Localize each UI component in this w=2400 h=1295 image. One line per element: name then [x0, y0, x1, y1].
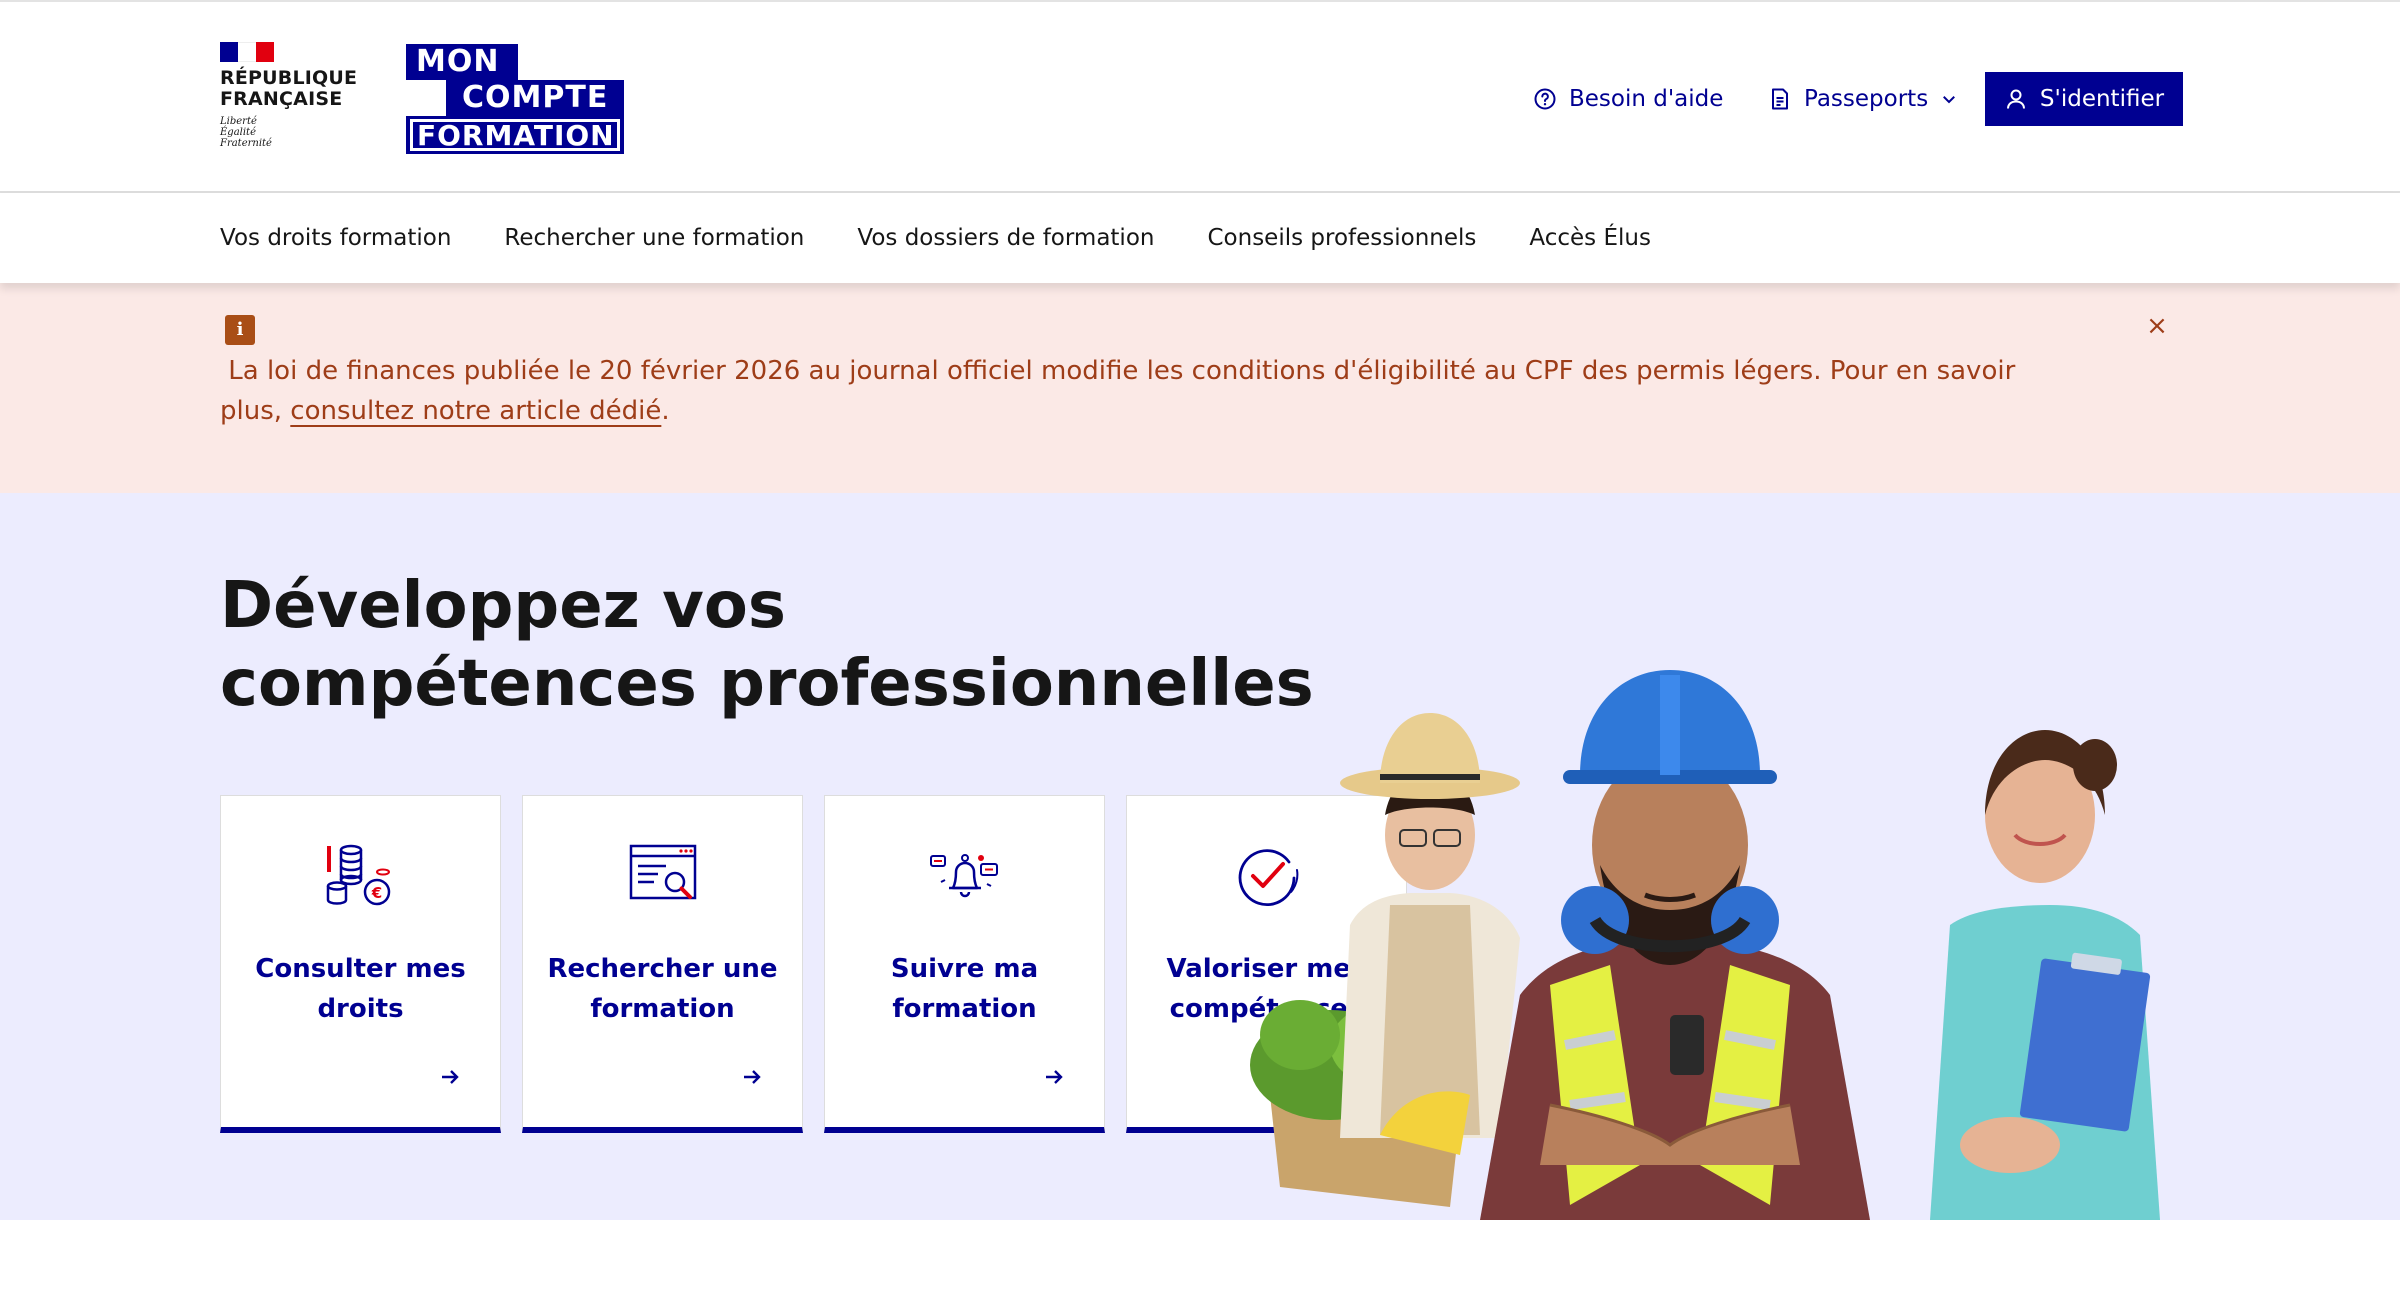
card-title-line1: Consulter mes: [255, 954, 466, 984]
header-tools: Besoin d'aide Passeports S'identifier: [0, 72, 2400, 126]
motto-fraternite: Fraternité: [220, 138, 272, 149]
motto-egalite: Égalité: [220, 127, 256, 138]
question-circle-icon: [1534, 88, 1556, 110]
site-header: RÉPUBLIQUE FRANÇAISE Liberté Égalité Fra…: [0, 0, 2400, 193]
notice-message: La loi de finances publiée le 20 février…: [220, 351, 2070, 431]
hero-title-line2: compétences professionnelles: [220, 647, 1314, 721]
passports-label: Passeports: [1804, 86, 1929, 112]
card-consulter-droits[interactable]: € Consulter mes droits: [220, 795, 501, 1133]
coins-euro-icon: €: [326, 844, 391, 906]
user-icon: [2006, 89, 2025, 109]
workers-illustration: [1250, 670, 2160, 1220]
notice-text-after: .: [661, 396, 670, 426]
card-rechercher-formation[interactable]: Rechercher une formation: [522, 795, 803, 1133]
arrow-right-icon: [1046, 1070, 1063, 1084]
nav-item-dossiers[interactable]: Vos dossiers de formation: [857, 225, 1154, 251]
card-title: Suivre ma formation: [835, 949, 1094, 1029]
help-label: Besoin d'aide: [1569, 86, 1724, 112]
hero-title: Développez vos compétences professionnel…: [220, 567, 1320, 723]
card-title-line1: Suivre ma: [890, 954, 1039, 984]
login-label: S'identifier: [2039, 86, 2165, 112]
main-navigation: Vos droits formation Rechercher une form…: [0, 193, 2400, 283]
close-notice-button[interactable]: ×: [2144, 313, 2170, 339]
service-cards: € Consulter mes droits Rechercher une fo…: [220, 795, 1407, 1133]
passports-dropdown[interactable]: Passeports: [1768, 72, 1958, 126]
hero-section: Développez vos compétences professionnel…: [0, 493, 2400, 1220]
card-title-line2: droits: [317, 994, 404, 1024]
arrow-right-icon: [744, 1070, 761, 1084]
nav-item-rechercher[interactable]: Rechercher une formation: [504, 225, 804, 251]
chevron-down-icon: [1943, 96, 1956, 104]
nav-item-acces-elus[interactable]: Accès Élus: [1529, 225, 1651, 251]
hero-title-line1: Développez vos: [220, 569, 786, 643]
marianne-flag-icon: [220, 42, 274, 62]
document-icon: [1772, 88, 1788, 110]
notice-article-link[interactable]: consultez notre article dédié: [290, 396, 661, 426]
card-title-line2: formation: [892, 994, 1037, 1024]
card-title: Consulter mes droits: [231, 949, 490, 1029]
info-notice: i La loi de finances publiée le 20 févri…: [0, 283, 2400, 493]
help-link[interactable]: Besoin d'aide: [1533, 72, 1723, 126]
card-title-line1: Rechercher une: [547, 954, 778, 984]
nav-item-conseils[interactable]: Conseils professionnels: [1207, 225, 1476, 251]
svg-text:€: €: [371, 884, 382, 902]
nav-item-droits[interactable]: Vos droits formation: [220, 225, 451, 251]
arrow-right-icon: [442, 1070, 459, 1084]
card-suivre-formation[interactable]: Suivre ma formation: [824, 795, 1105, 1133]
card-title: Rechercher une formation: [533, 949, 792, 1029]
page-bottom-area: [0, 1220, 2400, 1295]
search-browser-icon: [629, 844, 697, 900]
info-icon: i: [225, 315, 255, 345]
login-button[interactable]: S'identifier: [1985, 72, 2183, 126]
bell-notification-icon: [930, 854, 998, 898]
card-title-line2: formation: [590, 994, 735, 1024]
